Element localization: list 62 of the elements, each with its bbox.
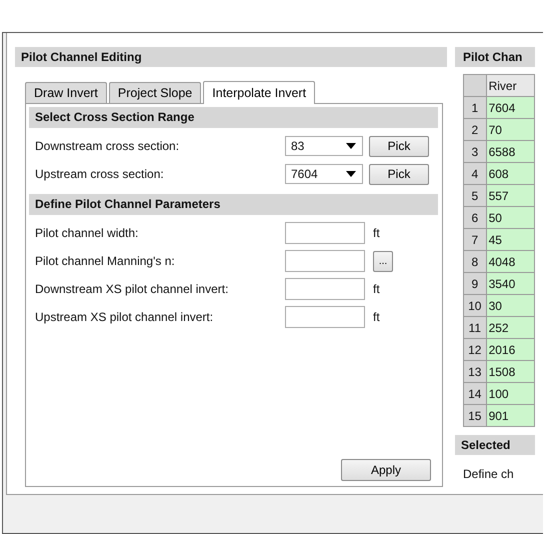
field-label: Upstream XS pilot channel invert: [34, 310, 214, 324]
panel-title: Pilot Channel Editing [15, 47, 447, 67]
row-number: 10 [464, 294, 486, 316]
instruction-text: Define ch [462, 467, 515, 481]
table-cell: 7604 [486, 96, 534, 118]
input-field[interactable] [285, 250, 365, 272]
section-header: Select Cross Section Range [29, 107, 438, 128]
row-number: 8 [464, 250, 486, 272]
table-cell: 30 [486, 294, 534, 316]
table-cell: 100 [486, 382, 534, 404]
input-field[interactable] [285, 306, 365, 328]
pick-button[interactable]: Pick [369, 136, 429, 156]
field-label: Downstream XS pilot channel invert: [34, 282, 230, 296]
table-cell: 252 [486, 316, 534, 338]
table-cell: 70 [486, 118, 534, 140]
apply-button[interactable]: Apply [341, 459, 431, 481]
unit-label: ft [373, 226, 380, 240]
row-number: 1 [464, 96, 486, 118]
tab[interactable]: Interpolate Invert [203, 81, 316, 104]
row-number: 4 [464, 162, 486, 184]
unit-label: ft [373, 310, 380, 324]
section-header: Define Pilot Channel Parameters [29, 194, 438, 215]
row-number: 15 [464, 404, 486, 426]
row-number: 12 [464, 338, 486, 360]
table-cell: 50 [486, 206, 534, 228]
row-number: 5 [464, 184, 486, 206]
field-label: Downstream cross section: [34, 139, 180, 153]
panel-title: Pilot Chan [455, 47, 535, 67]
browse-button[interactable]: ... [373, 250, 393, 272]
table-cell: 45 [486, 228, 534, 250]
dropdown[interactable]: 83 [285, 136, 363, 156]
tab[interactable]: Draw Invert [25, 82, 107, 103]
row-number: 2 [464, 118, 486, 140]
pick-button[interactable]: Pick [369, 164, 429, 184]
table-cell: 608 [486, 162, 534, 184]
dropdown[interactable]: 7604 [285, 164, 363, 184]
input-field[interactable] [285, 222, 365, 244]
row-number: 13 [464, 360, 486, 382]
header-cell [464, 74, 486, 96]
field-label: Upstream cross section: [34, 167, 165, 181]
row-number: 11 [464, 316, 486, 338]
row-number: 9 [464, 272, 486, 294]
row-number: 6 [464, 206, 486, 228]
section-header: Selected [455, 435, 535, 455]
table-cell: 1508 [486, 360, 534, 382]
dropdown-caret-icon [346, 143, 356, 149]
dropdown-caret-icon [346, 171, 356, 177]
input-field[interactable] [285, 278, 365, 300]
table-cell: 557 [486, 184, 534, 206]
table-cell: 2016 [486, 338, 534, 360]
table-cell: 901 [486, 404, 534, 426]
field-label: Pilot channel Manning's n: [34, 254, 176, 268]
unit-label: ft [373, 282, 380, 296]
table-cell: 4048 [486, 250, 534, 272]
tab[interactable]: Project Slope [108, 82, 202, 103]
row-number: 7 [464, 228, 486, 250]
table-cell: 3540 [486, 272, 534, 294]
field-label: Pilot channel width: [34, 226, 140, 240]
row-number: 14 [464, 382, 486, 404]
table-cell: 6588 [486, 140, 534, 162]
row-number: 3 [464, 140, 486, 162]
column-header: River [486, 74, 534, 96]
